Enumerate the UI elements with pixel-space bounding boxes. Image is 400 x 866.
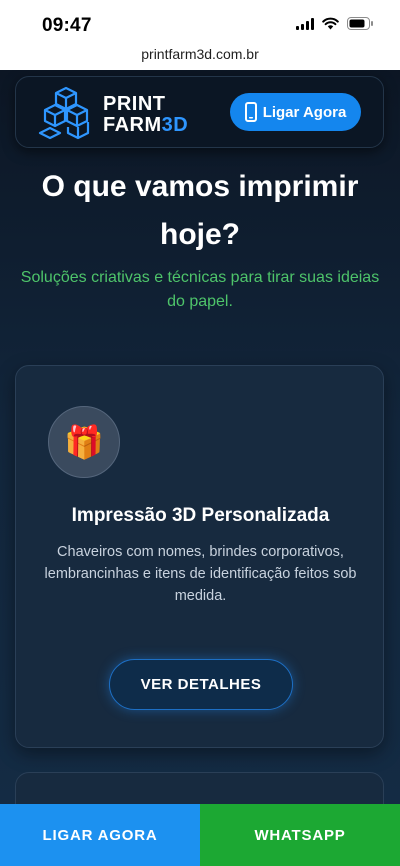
status-bar: 09:47 bbox=[0, 0, 400, 44]
service-title: Impressão 3D Personalizada bbox=[71, 505, 330, 526]
page-content: PRINT FARM3D Ligar Agora O que vamos imp… bbox=[0, 70, 400, 866]
whatsapp-button[interactable]: WHATSAPP bbox=[200, 804, 400, 866]
hero-subtitle: Soluções criativas e técnicas para tirar… bbox=[20, 269, 380, 310]
brand-3d-text: 3D bbox=[161, 114, 189, 136]
service-card: 🎁 Impressão 3D Personalizada Chaveiros c… bbox=[15, 365, 384, 748]
bottom-call-button[interactable]: LIGAR AGORA bbox=[0, 804, 200, 866]
wifi-icon bbox=[322, 17, 339, 30]
status-icons bbox=[296, 17, 374, 30]
brand-line-farm: FARM3D bbox=[103, 115, 188, 136]
browser-url-bar[interactable]: printfarm3d.com.br bbox=[0, 44, 400, 70]
battery-icon bbox=[347, 17, 373, 30]
brand-wordmark[interactable]: PRINT FARM3D bbox=[103, 94, 188, 136]
signal-icon bbox=[296, 17, 314, 30]
call-now-button[interactable]: Ligar Agora bbox=[230, 93, 361, 131]
cubes-logo-icon[interactable] bbox=[38, 86, 94, 140]
bottom-action-bar: LIGAR AGORA WHATSAPP bbox=[0, 804, 400, 866]
site-header: PRINT FARM3D Ligar Agora bbox=[15, 76, 384, 148]
phone-icon bbox=[244, 102, 257, 122]
brand-line-print: PRINT bbox=[103, 93, 166, 115]
gift-icon: 🎁 bbox=[48, 406, 120, 478]
service-description: Chaveiros com nomes, brindes corporativo… bbox=[44, 544, 357, 604]
call-now-label: Ligar Agora bbox=[262, 103, 347, 121]
hero-title: O que vamos imprimir hoje? bbox=[41, 170, 359, 251]
brand-farm-text: FARM bbox=[103, 114, 162, 136]
status-time: 09:47 bbox=[42, 15, 92, 36]
view-details-button[interactable]: VER DETALHES bbox=[109, 659, 293, 710]
